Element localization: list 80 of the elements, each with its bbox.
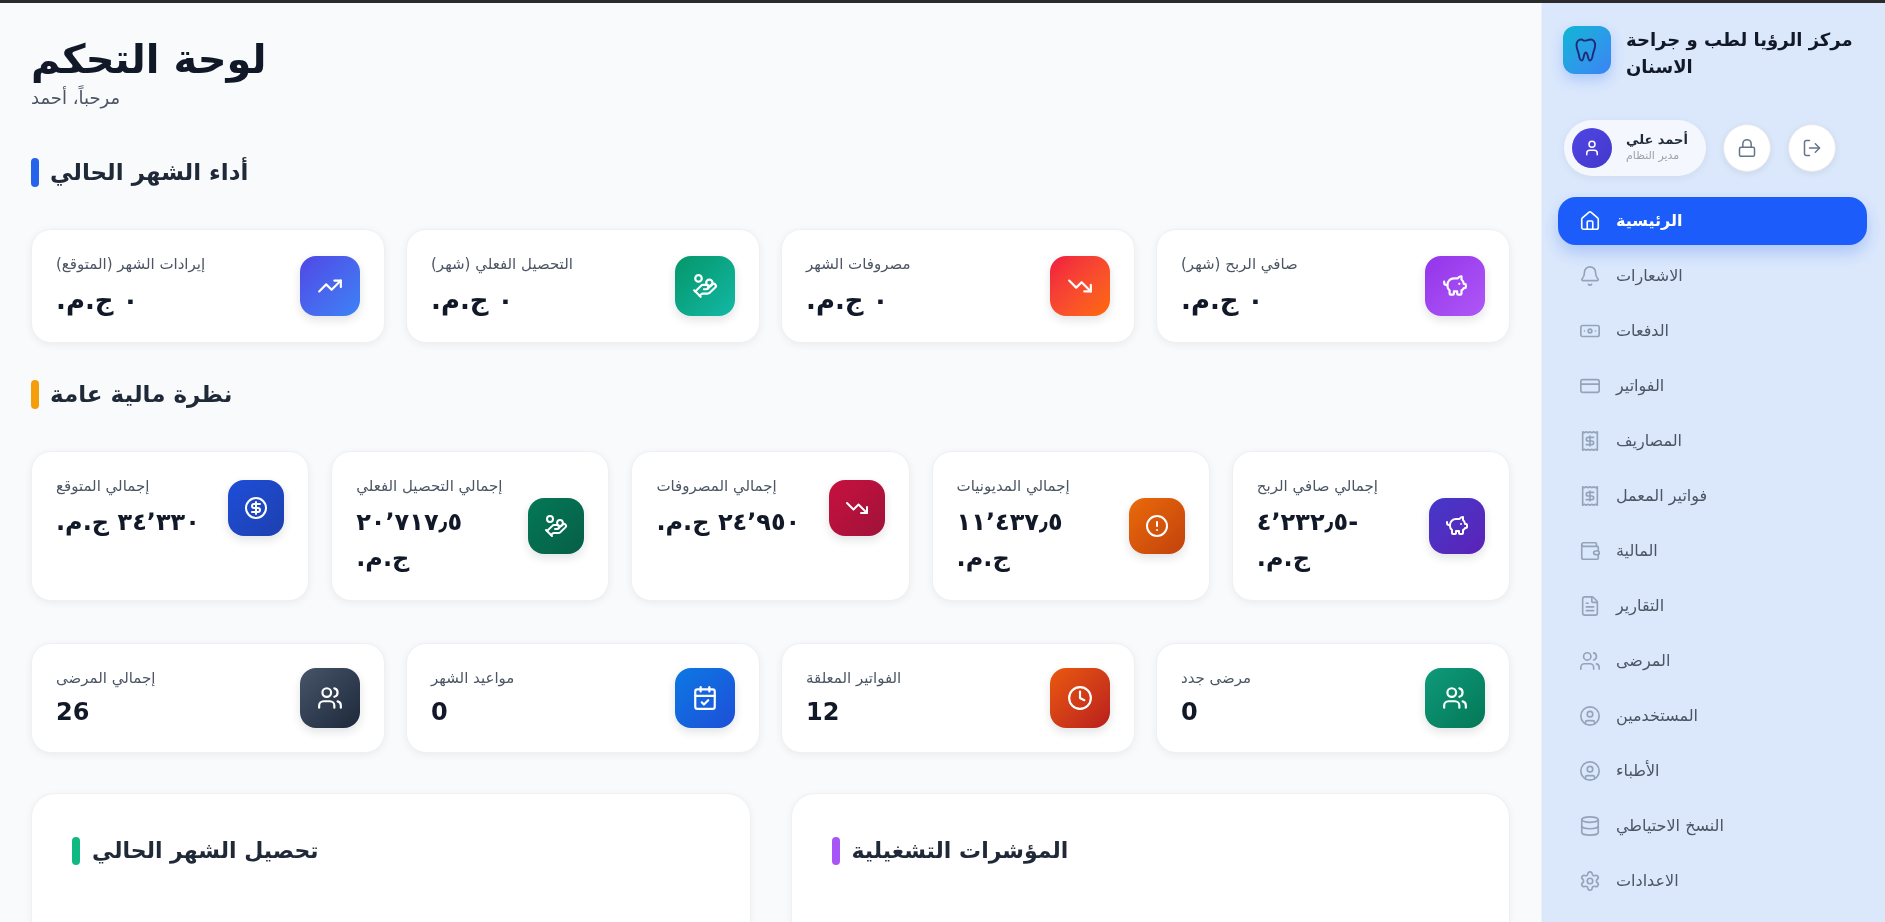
settings-icon xyxy=(1579,870,1601,892)
stat-value: ٠ ج.م. xyxy=(56,284,139,318)
logout-button[interactable] xyxy=(1787,124,1836,172)
stat-value: 26 xyxy=(56,697,90,728)
nav-item[interactable]: المستخدمين xyxy=(1558,692,1867,740)
stat-value: ١١٬٤٣٧٫٥ ج.م. xyxy=(956,507,1064,574)
stat-label: مواعيد الشهر xyxy=(431,668,515,688)
lock-icon xyxy=(1736,138,1757,158)
stat-label: إجمالي المصروفات xyxy=(656,476,777,496)
stat-value: ٠ ج.م. xyxy=(1181,284,1264,318)
trending-down-icon xyxy=(1050,256,1110,316)
clinic-name: مركز الرؤيا لطب و جراحة الاسنان xyxy=(1626,28,1854,79)
users-icon xyxy=(1425,668,1485,728)
stat-label: إيرادات الشهر (المتوقع) xyxy=(56,254,206,274)
stat-value: ٠ ج.م. xyxy=(431,284,514,318)
accent-bar-icon xyxy=(831,836,840,865)
database-icon xyxy=(1579,815,1601,837)
trending-up-icon xyxy=(300,256,360,316)
nav-item[interactable]: المالية xyxy=(1558,527,1867,575)
user-circle-icon xyxy=(1579,760,1601,782)
stat-value: 12 xyxy=(806,697,840,728)
nav-item[interactable]: الدفعات xyxy=(1558,307,1867,355)
nav-item[interactable]: الاشعارات xyxy=(1558,252,1867,300)
receipt-icon xyxy=(1579,485,1601,507)
calendar-check-icon xyxy=(675,668,735,728)
stat-value: ٣٤٬٣٣٠ ج.م. xyxy=(56,507,200,538)
stat-value: 0 xyxy=(431,697,448,728)
section-heading: نظرة مالية عامة xyxy=(50,379,233,410)
stat-value: -٤٬٢٣٢٫٥ ج.م. xyxy=(1256,507,1360,574)
section-heading: أداء الشهر الحالي xyxy=(50,156,249,188)
piggy-bank-icon xyxy=(1425,256,1485,316)
accent-bar-icon xyxy=(31,379,39,409)
user-role: مدير النظام xyxy=(1626,148,1680,164)
accent-bar-icon xyxy=(72,836,80,865)
page-title: لوحة التحكم xyxy=(31,33,267,85)
user-avatar-icon xyxy=(1572,128,1612,168)
greeting-text: مرحباً، أحمد xyxy=(31,85,121,111)
bell-icon xyxy=(1579,265,1601,287)
user-circle-icon xyxy=(1579,705,1601,727)
section-heading: تحصيل الشهر الحالي xyxy=(92,837,319,866)
stat-label: التحصيل الفعلي (شهر) xyxy=(431,254,573,274)
hand-coins-icon xyxy=(528,498,585,554)
stat-label: إجمالي التحصيل الفعلي xyxy=(356,476,503,496)
document-icon xyxy=(1579,595,1601,617)
nav-item[interactable]: التقارير xyxy=(1558,582,1867,630)
nav-item[interactable]: المرضى xyxy=(1558,637,1867,685)
nav-item[interactable]: الاعدادات xyxy=(1558,857,1867,905)
nav-item[interactable]: المصاريف xyxy=(1558,417,1867,465)
section-heading: المؤشرات التشغيلية xyxy=(851,837,1069,866)
logout-icon xyxy=(1801,138,1822,158)
nav-item[interactable]: فواتير المعمل xyxy=(1558,472,1867,520)
stat-label: مرضى جدد xyxy=(1181,668,1252,688)
stat-label: إجمالي المتوقع xyxy=(56,476,150,496)
home-icon xyxy=(1579,210,1601,232)
hand-coins-icon xyxy=(675,256,735,316)
nav-item[interactable]: الفواتير xyxy=(1558,362,1867,410)
lock-button[interactable] xyxy=(1722,124,1771,172)
stat-value: ٢٠٬٧١٧٫٥ ج.م. xyxy=(356,507,464,574)
stat-value: ٢٤٬٩٥٠ ج.م. xyxy=(656,507,801,538)
users-icon xyxy=(300,668,360,728)
nav-item[interactable]: النسخ الاحتياطي xyxy=(1558,802,1867,850)
stat-label: صافي الربح (شهر) xyxy=(1181,254,1298,274)
stat-value: 0 xyxy=(1181,697,1198,728)
stat-label: مصروفات الشهر xyxy=(806,254,911,274)
piggy-bank-icon xyxy=(1429,498,1485,554)
stat-value: ٠ ج.م. xyxy=(806,284,889,318)
accent-bar-icon xyxy=(31,157,39,187)
nav-item[interactable]: الأطباء xyxy=(1558,747,1867,795)
trending-down-icon xyxy=(828,480,885,536)
nav-item[interactable]: الرئيسية xyxy=(1558,197,1867,245)
users-icon xyxy=(1579,650,1601,672)
stat-label: الفواتير المعلقة xyxy=(806,668,902,688)
clock-icon xyxy=(1050,668,1110,728)
user-name: أحمد علي xyxy=(1626,132,1688,148)
receipt-icon xyxy=(1579,430,1601,452)
stat-label: إجمالي المرضى xyxy=(56,668,156,688)
stat-label: إجمالي المديونيات xyxy=(956,476,1070,496)
wallet-icon xyxy=(1579,540,1601,562)
stat-label: إجمالي صافي الربح xyxy=(1256,476,1378,496)
tooth-logo-icon xyxy=(1563,26,1611,74)
